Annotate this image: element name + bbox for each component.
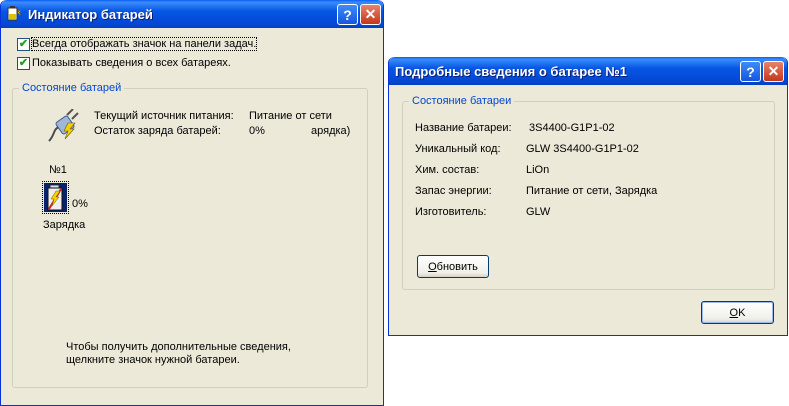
charge-remaining-value: 0% <box>249 125 265 137</box>
group-legend: Состояние батареи <box>409 95 515 107</box>
battery-status-group: Состояние батареи Название батареи: 3S44… <box>402 95 775 290</box>
ok-button[interactable]: OK <box>701 301 774 324</box>
window-title: Индикатор батарей <box>28 6 153 22</box>
battery-status-group: Состояние батарей Текущий источник питан… <box>12 82 368 388</box>
detail-label: Хим. состав: <box>415 164 480 176</box>
detail-label: Изготовитель: <box>415 206 487 218</box>
refresh-button-label: Обновить <box>428 260 478 273</box>
title-bar[interactable]: Подробные сведения о батарее №1 ? ✕ <box>389 57 787 85</box>
battery-details-window: Подробные сведения о батарее №1 ? ✕ Сост… <box>388 57 788 336</box>
refresh-button[interactable]: Обновить <box>417 255 489 278</box>
battery-number: №1 <box>49 164 67 176</box>
detail-value: LiOn <box>526 164 550 176</box>
show-all-batteries-label[interactable]: Показывать сведения о всех батареях. <box>32 57 231 69</box>
power-plug-icon <box>47 108 81 146</box>
battery-app-icon <box>6 6 22 22</box>
charge-remaining-label: Остаток заряда батарей: <box>94 125 221 137</box>
help-icon: ? <box>343 6 352 23</box>
detail-label: Запас энергии: <box>415 185 492 197</box>
ok-button-label: OK <box>729 306 746 319</box>
help-button[interactable]: ? <box>337 4 358 25</box>
battery-meter-window: Индикатор батарей ? ✕ ✔ Всегда отображат… <box>0 0 384 406</box>
power-source-value: Питание от сети <box>249 110 332 122</box>
title-bar[interactable]: Индикатор батарей ? ✕ <box>1 0 383 28</box>
hint-line-2: щелкните значок нужной батареи. <box>66 354 240 366</box>
always-show-icon-checkbox[interactable]: ✔ <box>17 38 30 51</box>
charge-remaining-suffix: арядка) <box>311 125 351 137</box>
always-show-icon-label[interactable]: Всегда отображать значок на панели задач… <box>30 37 258 51</box>
detail-value: GLW <box>526 206 551 218</box>
detail-value: Питание от сети, Зарядка <box>526 185 658 197</box>
window-title: Подробные сведения о батарее №1 <box>395 63 628 79</box>
battery-1-state: Зарядка <box>43 219 86 231</box>
checkmark-icon: ✔ <box>18 57 29 69</box>
help-icon: ? <box>746 63 755 80</box>
close-button[interactable]: ✕ <box>763 61 784 82</box>
help-button[interactable]: ? <box>740 61 761 82</box>
battery-1-icon[interactable] <box>42 181 69 214</box>
close-icon: ✕ <box>767 63 780 79</box>
detail-value: GLW 3S4400-G1P1-02 <box>526 143 639 155</box>
detail-value: 3S4400-G1P1-02 <box>529 122 615 134</box>
show-all-batteries-checkbox[interactable]: ✔ <box>17 57 30 70</box>
close-button[interactable]: ✕ <box>360 4 381 25</box>
hint-line-1: Чтобы получить дополнительные сведения, <box>66 341 291 353</box>
group-legend: Состояние батарей <box>19 82 125 94</box>
power-source-label: Текущий источник питания: <box>94 110 234 122</box>
checkmark-icon: ✔ <box>18 38 29 50</box>
close-icon: ✕ <box>364 6 377 22</box>
detail-label: Название батареи: <box>415 122 512 134</box>
battery-1-percent: 0% <box>72 198 88 210</box>
detail-label: Уникальный код: <box>415 143 501 155</box>
